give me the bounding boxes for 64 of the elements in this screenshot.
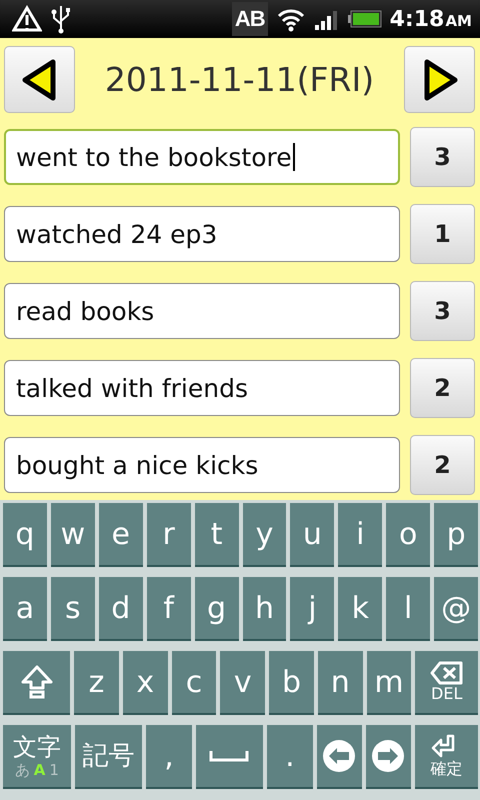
space-key[interactable] (196, 725, 264, 789)
count-button[interactable]: 2 (410, 435, 475, 495)
date-title: 2011-11-11(FRI) (104, 60, 376, 99)
key[interactable]: y (242, 503, 286, 567)
key[interactable]: i (338, 503, 382, 567)
key[interactable]: p (434, 503, 478, 567)
input-mode-option: 1 (49, 760, 59, 780)
key[interactable]: m (366, 651, 412, 715)
key[interactable]: d (98, 577, 143, 641)
clock-time: 4:18 (390, 6, 444, 32)
key[interactable]: u (290, 503, 334, 567)
key[interactable]: o (386, 503, 430, 567)
shift-icon (20, 664, 54, 700)
key[interactable]: h (242, 577, 286, 641)
cursor-left-key[interactable] (316, 725, 362, 789)
count-button[interactable]: 3 (410, 281, 475, 341)
right-arrow-circle-icon (371, 739, 406, 773)
key[interactable]: n (318, 651, 363, 715)
key[interactable]: e (98, 503, 143, 567)
usb-icon (50, 4, 72, 34)
key[interactable]: @ (434, 577, 478, 641)
key[interactable]: x (122, 651, 168, 715)
entry-field[interactable]: went to the bookstore (4, 129, 400, 185)
enter-key[interactable]: 確定 (414, 725, 478, 789)
key[interactable]: . (267, 725, 313, 789)
next-day-button[interactable] (404, 46, 475, 113)
key[interactable]: c (172, 651, 216, 715)
key[interactable]: f (146, 577, 191, 641)
backspace-icon (430, 661, 464, 685)
cursor-right-key[interactable] (366, 725, 411, 789)
key[interactable]: q (3, 503, 47, 567)
count-button[interactable]: 3 (410, 127, 475, 187)
key[interactable]: b (269, 651, 314, 715)
previous-day-button[interactable] (4, 46, 75, 113)
key[interactable]: t (194, 503, 239, 567)
left-arrow-circle-icon (322, 739, 356, 773)
key[interactable]: v (220, 651, 266, 715)
key[interactable]: j (290, 577, 334, 641)
key[interactable]: a (3, 577, 47, 641)
count-button[interactable]: 2 (410, 358, 475, 418)
key[interactable]: s (50, 577, 95, 641)
input-mode-indicator: AB (232, 2, 268, 36)
input-mode-key[interactable]: 文字 あ A 1 (3, 725, 71, 789)
shift-key[interactable] (3, 651, 70, 715)
key[interactable]: k (338, 577, 382, 641)
key[interactable]: l (386, 577, 430, 641)
input-mode-option: A (34, 760, 46, 780)
delete-key[interactable]: DEL (415, 651, 478, 715)
clock-ampm: AM (445, 12, 472, 30)
entry-field[interactable]: talked with friends (4, 360, 400, 416)
key[interactable]: r (146, 503, 191, 567)
entry-field[interactable]: bought a nice kicks (4, 437, 400, 493)
count-button[interactable]: 1 (410, 204, 475, 264)
symbol-key[interactable]: 記号 (74, 725, 142, 789)
key[interactable]: w (50, 503, 95, 567)
space-icon (209, 749, 250, 763)
battery-icon (348, 9, 382, 29)
key[interactable]: g (194, 577, 239, 641)
key[interactable]: z (74, 651, 119, 715)
key[interactable]: , (146, 725, 192, 789)
warning-icon (12, 5, 42, 33)
entry-field[interactable]: watched 24 ep3 (4, 206, 400, 262)
entry-field[interactable]: read books (4, 283, 400, 339)
input-mode-option: あ (14, 760, 30, 780)
